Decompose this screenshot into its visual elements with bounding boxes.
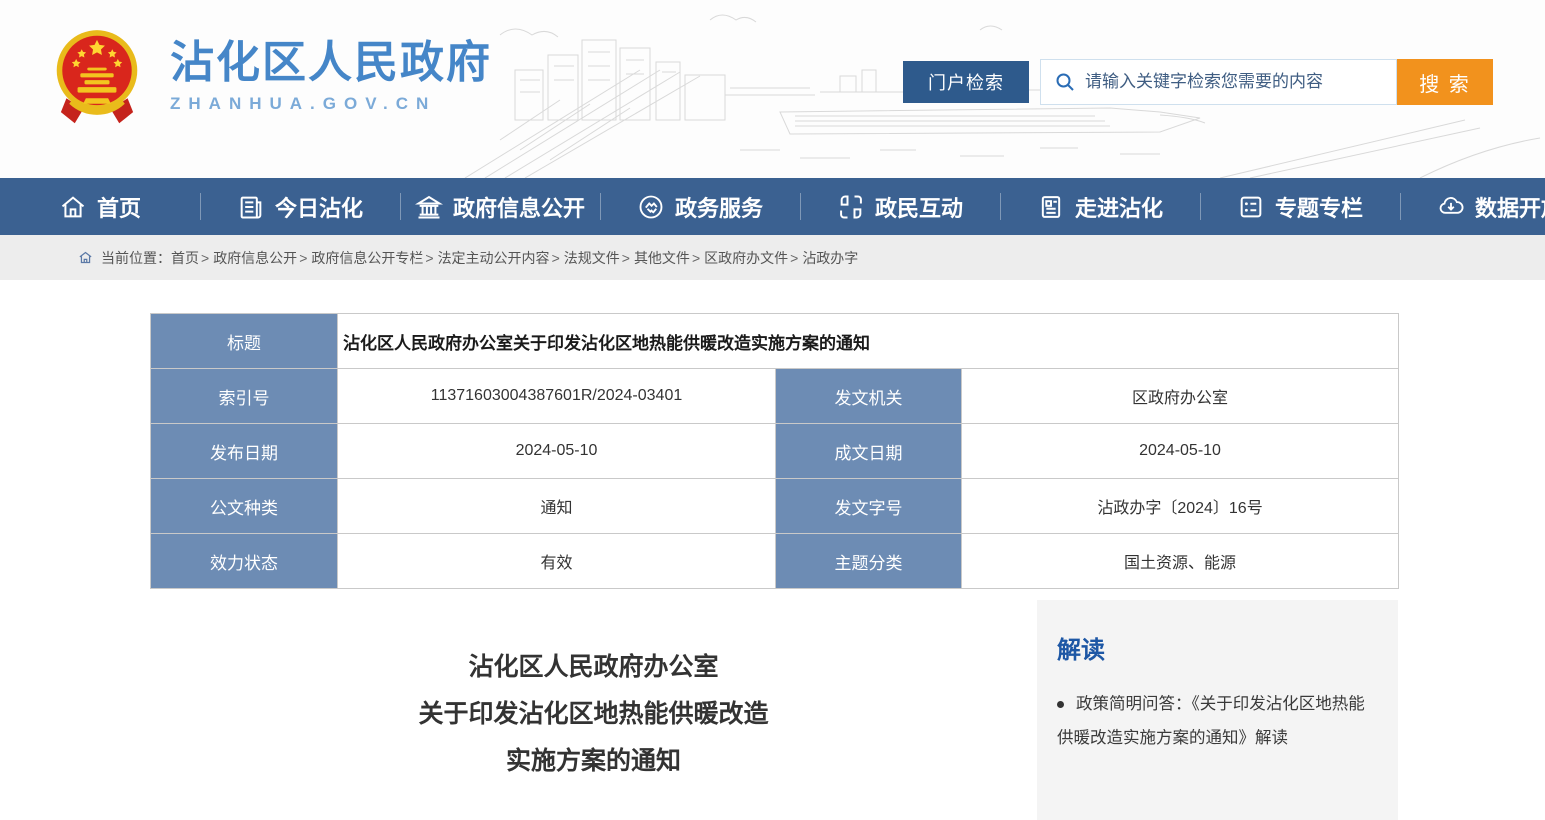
table-row: 公文种类 通知 发文字号 沾政办字〔2024〕16号 <box>151 479 1399 534</box>
nav-item-gov-info[interactable]: 政府信息公开 <box>400 178 600 235</box>
bullet-icon <box>1057 701 1064 708</box>
site-header: 沾化区人民政府 ZHANHUA.GOV.CN 门户检索 搜 索 <box>0 0 1545 178</box>
article-title-line3: 实施方案的通知 <box>150 738 1037 785</box>
interpretation-panel: 解读 政策简明问答：《关于印发沾化区地热能供暖改造实施方案的通知》解读 <box>1037 600 1398 820</box>
search-submit-button[interactable]: 搜 索 <box>1397 59 1493 105</box>
document-type-label: 公文种类 <box>151 479 338 534</box>
list-icon <box>1237 193 1265 221</box>
breadcrumb: 当前位置： 首页> 政府信息公开> 政府信息公开专栏> 法定主动公开内容> 法规… <box>0 235 1545 280</box>
chat-icon <box>837 193 865 221</box>
portal-search-button[interactable]: 门户检索 <box>903 61 1029 103</box>
handshake-icon <box>637 193 665 221</box>
issuing-agency-label: 发文机关 <box>776 369 962 424</box>
written-date-value: 2024-05-10 <box>962 424 1399 479</box>
document-number-value: 沾政办字〔2024〕16号 <box>962 479 1399 534</box>
bank-icon <box>415 193 443 221</box>
news-icon <box>237 193 265 221</box>
interpretation-title: 解读 <box>1057 630 1376 665</box>
site-wordmark: 沾化区人民政府 ZHANHUA.GOV.CN <box>170 38 492 114</box>
publish-date-value: 2024-05-10 <box>338 424 776 479</box>
table-row: 效力状态 有效 主题分类 国土资源、能源 <box>151 534 1399 589</box>
article-title-line2: 关于印发沾化区地热能供暖改造 <box>150 691 1037 738</box>
index-number-value: 11371603004387601R/2024-03401 <box>338 369 776 424</box>
breadcrumb-item-statutory-disclosure[interactable]: 法定主动公开内容 <box>438 248 550 268</box>
table-row: 索引号 11371603004387601R/2024-03401 发文机关 区… <box>151 369 1399 424</box>
article-title: 沾化区人民政府办公室 关于印发沾化区地热能供暖改造 实施方案的通知 <box>150 644 1037 785</box>
table-row: 标题 沾化区人民政府办公室关于印发沾化区地热能供暖改造实施方案的通知 <box>151 314 1399 369</box>
breadcrumb-item-other-files[interactable]: 其他文件 <box>634 248 690 268</box>
nav-item-about[interactable]: 走进沾化 <box>1000 178 1200 235</box>
title-value-cell: 沾化区人民政府办公室关于印发沾化区地热能供暖改造实施方案的通知 <box>338 314 1399 369</box>
nav-item-services[interactable]: 政务服务 <box>600 178 800 235</box>
written-date-label: 成文日期 <box>776 424 962 479</box>
site-logo-link[interactable]: 沾化区人民政府 ZHANHUA.GOV.CN <box>52 26 492 126</box>
breadcrumb-prefix: 当前位置： <box>101 248 171 268</box>
issuing-agency-value: 区政府办公室 <box>962 369 1399 424</box>
document-number-label: 发文字号 <box>776 479 962 534</box>
nav-item-interaction[interactable]: 政民互动 <box>800 178 1000 235</box>
index-number-label: 索引号 <box>151 369 338 424</box>
validity-status-value: 有效 <box>338 534 776 589</box>
cloud-download-icon <box>1437 193 1465 221</box>
breadcrumb-item-current[interactable]: 沾政办字 <box>802 248 858 268</box>
document-meta-table: 标题 沾化区人民政府办公室关于印发沾化区地热能供暖改造实施方案的通知 索引号 1… <box>150 313 1399 589</box>
site-domain: ZHANHUA.GOV.CN <box>170 94 492 114</box>
document-icon <box>1037 193 1065 221</box>
site-name: 沾化区人民政府 <box>170 38 492 88</box>
topic-category-value: 国土资源、能源 <box>962 534 1399 589</box>
home-icon <box>59 193 87 221</box>
national-emblem-logo <box>52 26 142 126</box>
validity-status-label: 效力状态 <box>151 534 338 589</box>
search-icon <box>1055 72 1075 92</box>
breadcrumb-item-home[interactable]: 首页 <box>171 248 199 268</box>
nav-item-special-columns[interactable]: 专题专栏 <box>1200 178 1400 235</box>
document-type-value: 通知 <box>338 479 776 534</box>
article-column: 沾化区人民政府办公室 关于印发沾化区地热能供暖改造 实施方案的通知 <box>150 600 1037 820</box>
breadcrumb-item-gov-info[interactable]: 政府信息公开 <box>213 248 297 268</box>
breadcrumb-item-district-office-files[interactable]: 区政府办文件 <box>704 248 788 268</box>
breadcrumb-item-gov-info-column[interactable]: 政府信息公开专栏 <box>311 248 423 268</box>
breadcrumb-item-regulations[interactable]: 法规文件 <box>564 248 620 268</box>
lower-section: 沾化区人民政府办公室 关于印发沾化区地热能供暖改造 实施方案的通知 解读 政策简… <box>150 600 1398 820</box>
article-title-line1: 沾化区人民政府办公室 <box>150 644 1037 691</box>
nav-item-open-data[interactable]: 数据开放 <box>1400 178 1545 235</box>
publish-date-label: 发布日期 <box>151 424 338 479</box>
title-label-cell: 标题 <box>151 314 338 369</box>
nav-item-home[interactable]: 首页 <box>0 178 200 235</box>
topic-category-label: 主题分类 <box>776 534 962 589</box>
table-row: 发布日期 2024-05-10 成文日期 2024-05-10 <box>151 424 1399 479</box>
search-box <box>1040 59 1397 105</box>
interpretation-link[interactable]: 政策简明问答：《关于印发沾化区地热能供暖改造实施方案的通知》解读 <box>1057 687 1376 755</box>
breadcrumb-home-icon <box>78 250 93 265</box>
main-nav: 首页 今日沾化 政府信息公开 政务服务 <box>0 178 1545 235</box>
search-input[interactable] <box>1085 60 1396 104</box>
nav-item-today[interactable]: 今日沾化 <box>200 178 400 235</box>
